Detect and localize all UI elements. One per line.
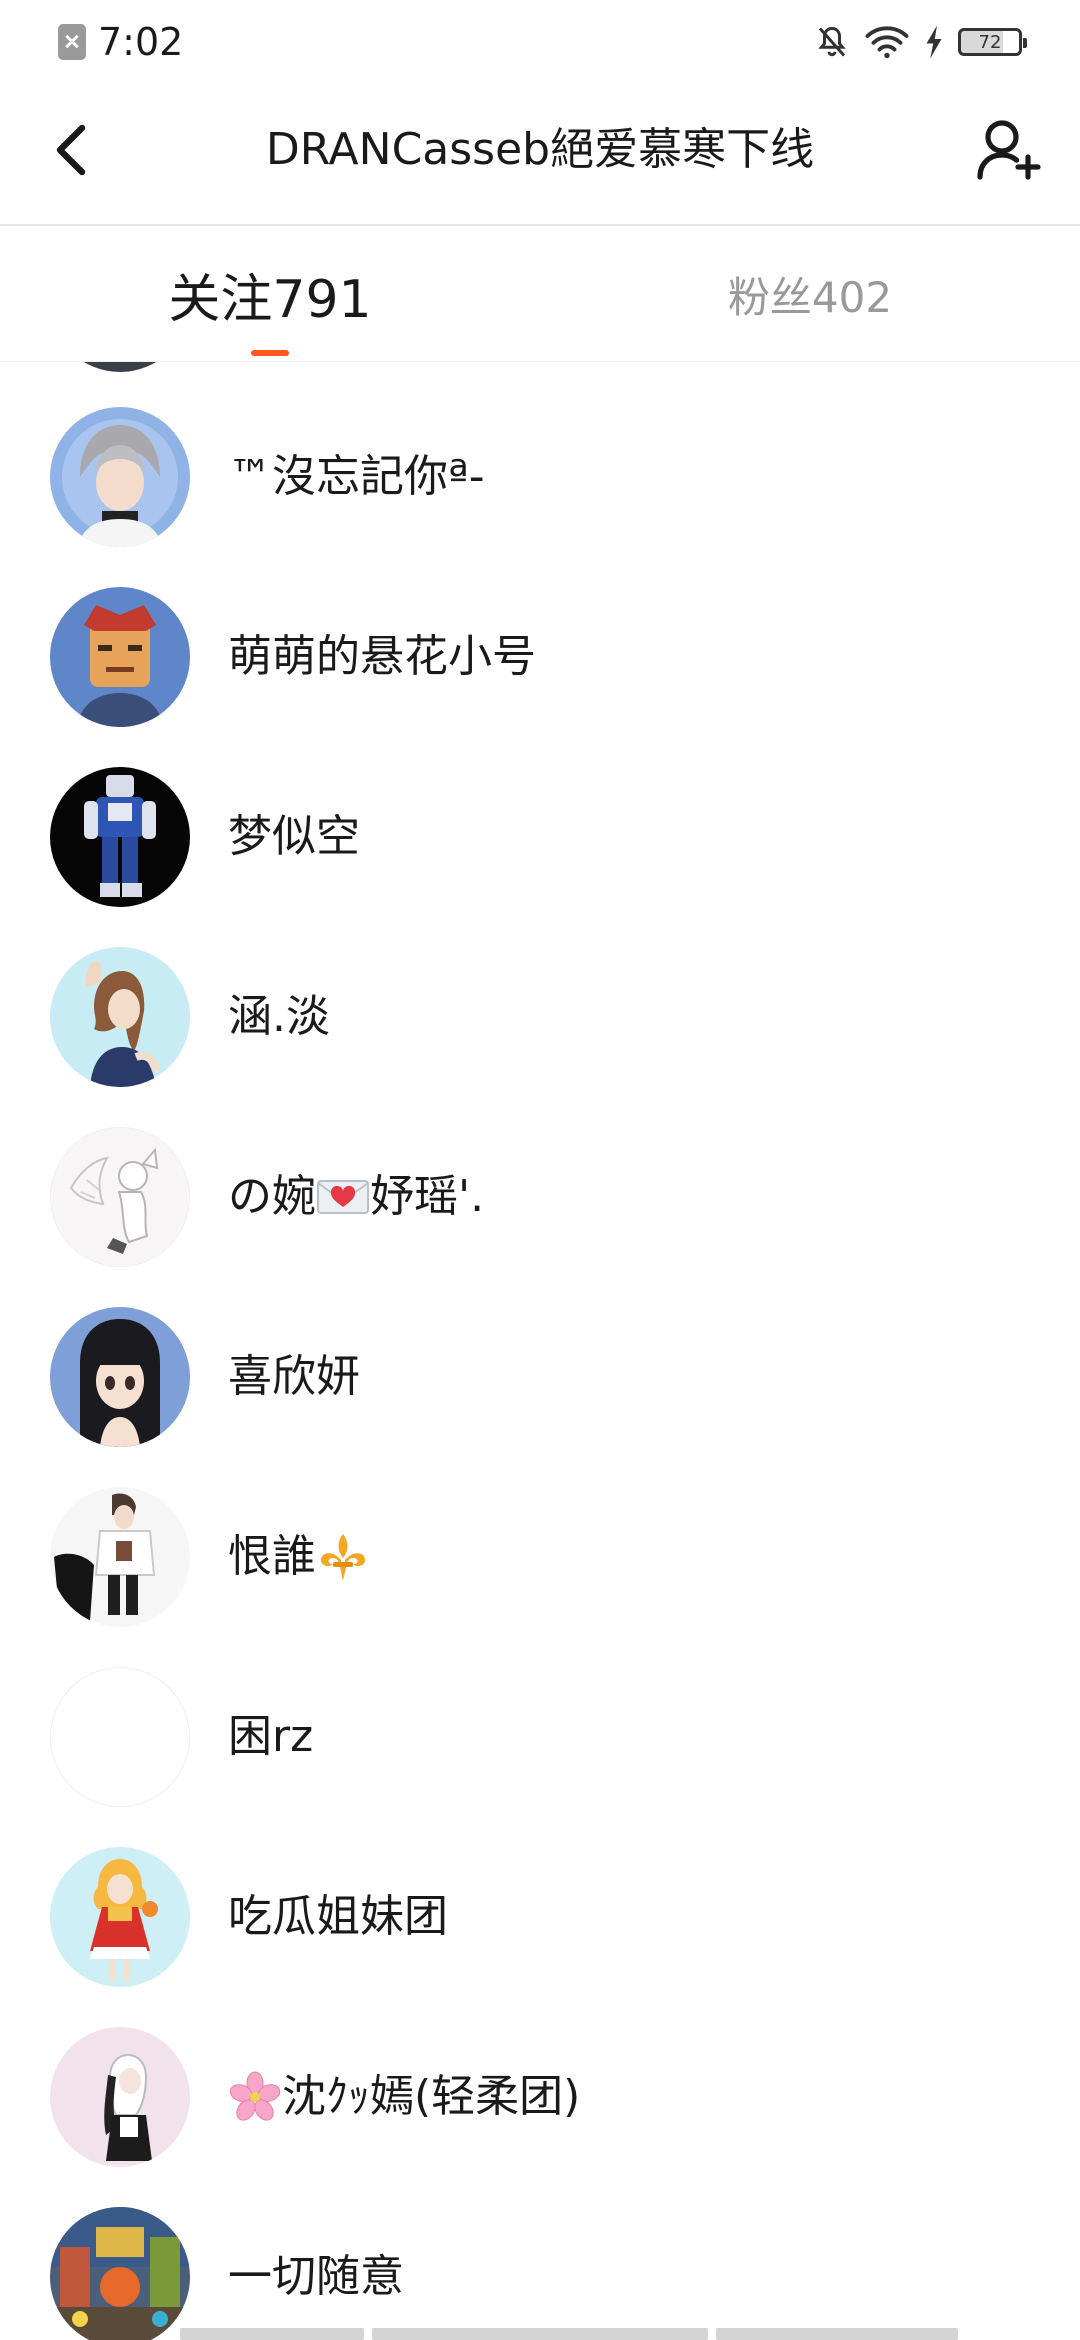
- nav-bar: DRANCasseb絕爱慕寒下线: [0, 84, 1080, 226]
- user-name: 涵.淡: [228, 987, 330, 1047]
- bottom-bar-segment: [372, 2328, 708, 2340]
- user-name: 一切随意: [228, 2247, 404, 2307]
- tab-bar: 关注791 粉丝402: [0, 226, 1080, 362]
- back-button[interactable]: [40, 120, 100, 180]
- avatar[interactable]: [50, 407, 190, 547]
- bottom-bar-segment: [716, 2328, 958, 2340]
- charging-icon: [926, 25, 942, 59]
- user-name: 吃瓜姐妹团: [228, 1887, 448, 1947]
- add-user-button[interactable]: [974, 118, 1044, 182]
- status-time: 7:02: [98, 20, 184, 64]
- user-name-text: 困rz: [228, 1711, 314, 1762]
- list-item[interactable]: の婉 妤瑶'.: [0, 1107, 1080, 1287]
- avatar[interactable]: [50, 1667, 190, 1807]
- user-name: 喜欣妍: [228, 1347, 360, 1407]
- user-name-text: 梦似空: [228, 811, 360, 862]
- avatar[interactable]: [50, 362, 190, 372]
- avatar[interactable]: [50, 1487, 190, 1627]
- user-name: ™沒忘記你ª-: [228, 447, 485, 507]
- user-name-text: の婉: [228, 1171, 316, 1222]
- user-name: 恨誰: [228, 1527, 370, 1587]
- active-tab-indicator: [251, 350, 289, 356]
- list-item[interactable]: 困rz: [0, 1647, 1080, 1827]
- cherry-blossom-icon: [228, 2070, 282, 2124]
- list-item[interactable]: 沈ｸｯ嫣(轻柔团): [0, 2007, 1080, 2187]
- add-user-icon: [977, 120, 1041, 180]
- chevron-left-icon: [56, 124, 86, 176]
- avatar[interactable]: [50, 2027, 190, 2167]
- avatar[interactable]: [50, 1127, 190, 1267]
- list-item[interactable]: 喜欣妍: [0, 1287, 1080, 1467]
- tab-followers-label: 粉丝402: [727, 272, 893, 322]
- user-name-text: 恨誰: [228, 1531, 316, 1582]
- list-item[interactable]: 涵.淡: [0, 927, 1080, 1107]
- bottom-navigation-hint: [0, 2328, 1080, 2340]
- list-item[interactable]: 萌萌的悬花小号: [0, 567, 1080, 747]
- page-title: DRANCasseb絕爱慕寒下线: [265, 124, 815, 175]
- user-name-text: 萌萌的悬花小号: [228, 631, 536, 682]
- avatar[interactable]: [50, 587, 190, 727]
- status-right: 72: [800, 20, 1027, 64]
- user-name-text: ™沒忘記你ª-: [228, 451, 485, 502]
- user-name-text: 喜欣妍: [228, 1351, 360, 1402]
- user-name: 萌萌的悬花小号: [228, 627, 536, 687]
- list-item[interactable]: 梦似空: [0, 747, 1080, 927]
- avatar[interactable]: [50, 767, 190, 907]
- tab-followers[interactable]: 粉丝402: [640, 226, 980, 362]
- bell-off-icon: [818, 26, 846, 57]
- list-item[interactable]: ™沒忘記你ª-: [0, 387, 1080, 567]
- love-letter-icon: [316, 1170, 370, 1224]
- list-item[interactable]: 恨誰: [0, 1467, 1080, 1647]
- user-name: 沈ｸｯ嫣(轻柔团): [228, 2067, 580, 2127]
- avatar[interactable]: [50, 1847, 190, 1987]
- user-name-text: 沈ｸｯ嫣(轻柔团): [282, 2071, 581, 2122]
- user-name: 困rz: [228, 1707, 313, 1767]
- user-name: 梦似空: [228, 807, 360, 867]
- user-name-text: 涵.淡: [228, 991, 330, 1042]
- list-item[interactable]: 一切随意: [0, 2187, 1080, 2340]
- wifi-icon: [865, 26, 909, 59]
- tab-following[interactable]: 关注791: [100, 226, 440, 362]
- user-name: の婉 妤瑶'.: [228, 1167, 484, 1227]
- following-list[interactable]: ™沒忘記你ª- 萌萌的悬花小号 梦似空 涵.淡 の婉 妤瑶'. 喜欣妍 恨誰 困…: [0, 362, 1080, 2340]
- avatar[interactable]: [50, 947, 190, 1087]
- fleur-de-lis-icon: [316, 1530, 370, 1584]
- avatar[interactable]: [50, 2207, 190, 2340]
- avatar[interactable]: [50, 1307, 190, 1447]
- battery-icon: 72: [958, 28, 1027, 56]
- tab-following-label: 关注791: [168, 269, 372, 330]
- user-name-text: 一切随意: [228, 2251, 404, 2302]
- user-name-suffix: 妤瑶'.: [370, 1171, 485, 1222]
- status-bar: 7:02 72: [0, 0, 1080, 84]
- user-name-text: 吃瓜姐妹团: [228, 1891, 448, 1942]
- bottom-bar-segment: [180, 2328, 364, 2340]
- sim-off-icon: [58, 24, 86, 60]
- battery-level: 72: [978, 31, 1002, 53]
- status-left: 7:02: [58, 18, 183, 66]
- list-item[interactable]: 吃瓜姐妹团: [0, 1827, 1080, 2007]
